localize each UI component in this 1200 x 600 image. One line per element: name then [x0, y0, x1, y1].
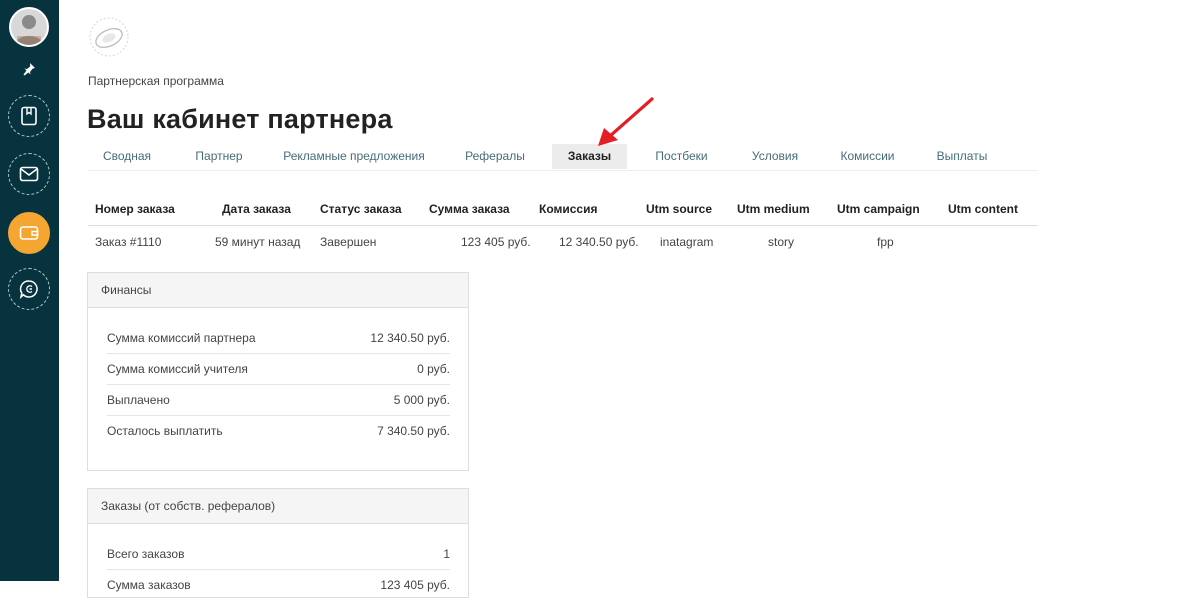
referral-orders-row: Всего заказов 1 [107, 539, 450, 570]
avatar[interactable] [9, 7, 49, 47]
nav-wallet-button[interactable] [8, 212, 50, 254]
finance-row: Сумма комиссий партнера 12 340.50 руб. [107, 323, 450, 354]
tab-payouts[interactable]: Выплаты [928, 144, 996, 169]
tab-commissions[interactable]: Комиссии [830, 144, 905, 169]
tab-ad-offers[interactable]: Рекламные предложения [278, 144, 430, 169]
column-header: Номер заказа [95, 202, 175, 216]
pin-icon[interactable] [22, 62, 36, 76]
finance-value: 7 340.50 руб. [377, 424, 450, 438]
finance-value: 0 руб. [417, 362, 450, 376]
sidebar [0, 0, 59, 581]
nav-courses-button[interactable] [8, 95, 50, 137]
finance-label: Выплачено [107, 393, 170, 407]
finance-label: Сумма комиссий партнера [107, 331, 256, 345]
column-header: Utm content [948, 202, 1018, 216]
utm-campaign: fpp [877, 235, 894, 249]
tab-partner[interactable]: Партнер [183, 144, 255, 169]
column-header: Статус заказа [320, 202, 402, 216]
wallet-icon [19, 226, 39, 240]
book-icon [21, 106, 37, 126]
referral-orders-label: Сумма заказов [107, 578, 191, 592]
referral-orders-value: 123 405 руб. [380, 578, 450, 592]
order-number[interactable]: Заказ #1110 [95, 226, 161, 258]
finance-row: Осталось выплатить 7 340.50 руб. [107, 416, 450, 446]
finance-value: 12 340.50 руб. [370, 331, 450, 345]
referral-orders-panel: Заказы (от собств. рефералов) Всего зака… [87, 488, 469, 598]
table-row[interactable]: Заказ #1110 59 минут назад Завершен 123 … [88, 226, 1038, 256]
column-header: Комиссия [539, 202, 598, 216]
finance-row: Сумма комиссий учителя 0 руб. [107, 354, 450, 385]
order-status: Завершен [320, 235, 377, 249]
referral-orders-row: Сумма заказов 123 405 руб. [107, 570, 450, 600]
referral-orders-value: 1 [443, 547, 450, 561]
order-sum: 123 405 руб. [461, 235, 531, 249]
tab-referrals[interactable]: Рефералы [455, 144, 535, 169]
finance-panel-title: Финансы [88, 273, 468, 308]
chat-icon [19, 280, 38, 299]
column-header: Сумма заказа [429, 202, 510, 216]
order-commission: 12 340.50 руб. [559, 235, 639, 249]
table-header-row: Номер заказа Дата заказа Статус заказа С… [88, 195, 1038, 226]
page-title: Ваш кабинет партнера [87, 104, 393, 134]
utm-source: inatagram [660, 235, 714, 249]
finance-label: Осталось выплатить [107, 424, 223, 438]
column-header: Дата заказа [222, 202, 291, 216]
breadcrumb[interactable]: Партнерская программа [88, 74, 224, 88]
referral-orders-panel-title: Заказы (от собств. рефералов) [88, 489, 468, 524]
order-date: 59 минут назад [215, 235, 301, 249]
finance-row: Выплачено 5 000 руб. [107, 385, 450, 416]
nav-messages-button[interactable] [8, 153, 50, 195]
column-header: Utm campaign [837, 202, 920, 216]
column-header: Utm source [646, 202, 713, 216]
utm-medium: story [768, 235, 795, 249]
nav-chat-button[interactable] [8, 268, 50, 310]
annotation-arrow-icon [598, 97, 654, 146]
mail-icon [19, 166, 39, 182]
finance-panel: Финансы Сумма комиссий партнера 12 340.5… [87, 272, 469, 471]
tab-summary[interactable]: Сводная [88, 144, 166, 169]
finance-value: 5 000 руб. [393, 393, 450, 407]
tab-bar: Сводная Партнер Рекламные предложения Ре… [88, 144, 1038, 171]
tab-terms[interactable]: Условия [740, 144, 810, 169]
finance-label: Сумма комиссий учителя [107, 362, 248, 376]
orders-table: Номер заказа Дата заказа Статус заказа С… [88, 195, 1038, 256]
school-logo [89, 17, 129, 57]
column-header: Utm medium [737, 202, 810, 216]
referral-orders-label: Всего заказов [107, 547, 185, 561]
